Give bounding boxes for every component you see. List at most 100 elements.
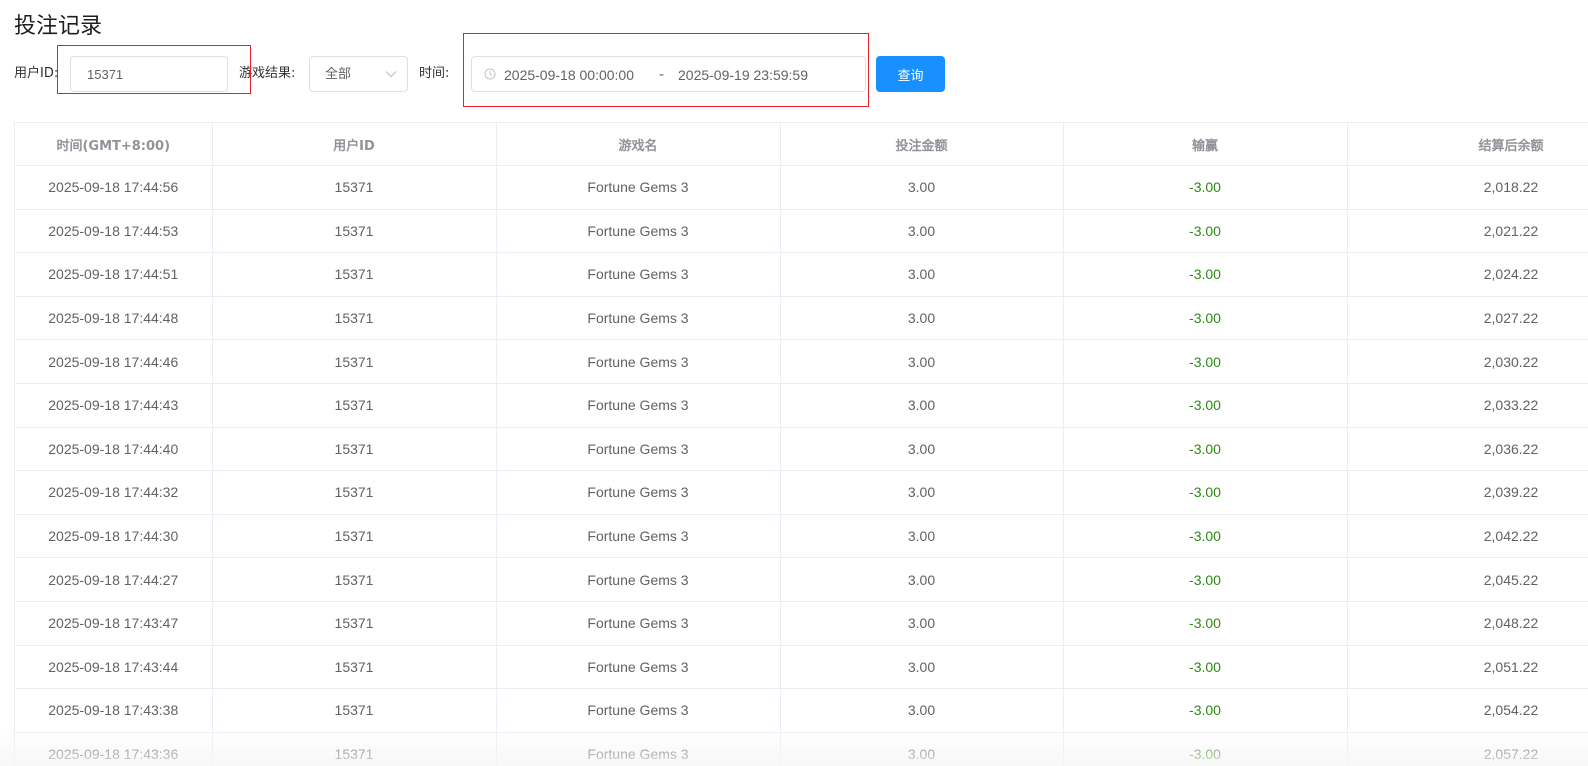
cell-win-loss: -3.00 <box>1063 470 1348 515</box>
cell-win-loss: -3.00 <box>1063 601 1348 646</box>
game-result-selected: 全部 <box>325 67 352 82</box>
cell-game-name: Fortune Gems 3 <box>496 296 781 341</box>
cell-time: 2025-09-18 17:44:30 <box>15 514 213 559</box>
user-id-label: 用户ID: <box>14 66 59 81</box>
cell-bet-amount: 3.00 <box>780 645 1064 690</box>
cell-balance: 2,042.22 <box>1347 514 1588 559</box>
cell-balance: 2,021.22 <box>1347 209 1588 254</box>
table-row: 2025-09-18 17:44:56 15371 Fortune Gems 3 3.… <box>15 165 1588 210</box>
query-button[interactable]: 查询 <box>876 56 945 92</box>
cell-game-name: Fortune Gems 3 <box>496 557 781 602</box>
game-result-label: 游戏结果: <box>239 66 296 81</box>
cell-user-id: 15371 <box>212 296 497 341</box>
table-row: 2025-09-18 17:44:51 15371 Fortune Gems 3 3.… <box>15 252 1588 297</box>
cell-user-id: 15371 <box>212 383 497 428</box>
time-label: 时间: <box>419 66 450 81</box>
cell-bet-amount: 3.00 <box>780 514 1064 559</box>
cell-game-name: Fortune Gems 3 <box>496 732 781 766</box>
cell-bet-amount: 3.00 <box>780 165 1064 210</box>
cell-game-name: Fortune Gems 3 <box>496 645 781 690</box>
cell-balance: 2,045.22 <box>1347 557 1588 602</box>
cell-user-id: 15371 <box>212 645 497 690</box>
cell-bet-amount: 3.00 <box>780 252 1064 297</box>
time-range-separator: - <box>659 67 665 83</box>
cell-time: 2025-09-18 17:44:53 <box>15 209 213 254</box>
cell-win-loss: -3.00 <box>1063 383 1348 428</box>
chevron-down-icon <box>385 71 397 78</box>
page-title: 投注记录 <box>14 14 103 39</box>
cell-game-name: Fortune Gems 3 <box>496 252 781 297</box>
cell-time: 2025-09-18 17:43:44 <box>15 645 213 690</box>
cell-game-name: Fortune Gems 3 <box>496 339 781 384</box>
cell-win-loss: -3.00 <box>1063 165 1348 210</box>
user-id-input[interactable] <box>70 56 228 92</box>
cell-game-name: Fortune Gems 3 <box>496 688 781 733</box>
cell-game-name: Fortune Gems 3 <box>496 470 781 515</box>
cell-time: 2025-09-18 17:44:51 <box>15 252 213 297</box>
cell-balance: 2,033.22 <box>1347 383 1588 428</box>
cell-win-loss: -3.00 <box>1063 296 1348 341</box>
table-row: 2025-09-18 17:44:30 15371 Fortune Gems 3 3.… <box>15 514 1588 559</box>
cell-win-loss: -3.00 <box>1063 557 1348 602</box>
cell-balance: 2,024.22 <box>1347 252 1588 297</box>
cell-time: 2025-09-18 17:44:56 <box>15 165 213 210</box>
cell-user-id: 15371 <box>212 209 497 254</box>
cell-user-id: 15371 <box>212 732 497 766</box>
cell-user-id: 15371 <box>212 339 497 384</box>
clock-icon <box>484 68 496 80</box>
cell-game-name: Fortune Gems 3 <box>496 209 781 254</box>
cell-balance: 2,051.22 <box>1347 645 1588 690</box>
cell-bet-amount: 3.00 <box>780 732 1064 766</box>
cell-game-name: Fortune Gems 3 <box>496 383 781 428</box>
cell-balance: 2,030.22 <box>1347 339 1588 384</box>
column-header-win-loss: 输赢 <box>1063 123 1348 166</box>
column-header-bet-amount: 投注金额 <box>780 123 1064 166</box>
cell-user-id: 15371 <box>212 470 497 515</box>
cell-balance: 2,057.22 <box>1347 732 1588 766</box>
column-header-balance: 结算后余额 <box>1347 123 1588 166</box>
cell-bet-amount: 3.00 <box>780 339 1064 384</box>
table-row: 2025-09-18 17:43:36 15371 Fortune Gems 3 3.… <box>15 732 1588 766</box>
cell-time: 2025-09-18 17:44:32 <box>15 470 213 515</box>
cell-bet-amount: 3.00 <box>780 601 1064 646</box>
cell-bet-amount: 3.00 <box>780 383 1064 428</box>
cell-user-id: 15371 <box>212 557 497 602</box>
cell-balance: 2,027.22 <box>1347 296 1588 341</box>
cell-balance: 2,054.22 <box>1347 688 1588 733</box>
cell-bet-amount: 3.00 <box>780 209 1064 254</box>
table-row: 2025-09-18 17:44:46 15371 Fortune Gems 3 3.… <box>15 339 1588 384</box>
cell-bet-amount: 3.00 <box>780 688 1064 733</box>
column-header-game-name: 游戏名 <box>496 123 781 166</box>
cell-game-name: Fortune Gems 3 <box>496 165 781 210</box>
table-row: 2025-09-18 17:44:48 15371 Fortune Gems 3 3.… <box>15 296 1588 341</box>
cell-user-id: 15371 <box>212 601 497 646</box>
cell-win-loss: -3.00 <box>1063 645 1348 690</box>
cell-game-name: Fortune Gems 3 <box>496 514 781 559</box>
cell-time: 2025-09-18 17:44:43 <box>15 383 213 428</box>
time-range-picker[interactable]: 2025-09-18 00:00:00 - 2025-09-19 23:59:5… <box>471 56 866 92</box>
cell-win-loss: -3.00 <box>1063 252 1348 297</box>
column-header-time: 时间(GMT+8:00) <box>15 123 213 166</box>
cell-user-id: 15371 <box>212 427 497 472</box>
cell-bet-amount: 3.00 <box>780 296 1064 341</box>
cell-win-loss: -3.00 <box>1063 688 1348 733</box>
time-range-start[interactable]: 2025-09-18 00:00:00 <box>504 65 634 85</box>
bet-records-table: 时间(GMT+8:00) 用户ID 游戏名 投注金额 输赢 结算后余额 2025… <box>14 122 1588 766</box>
table-header-row: 时间(GMT+8:00) 用户ID 游戏名 投注金额 输赢 结算后余额 <box>15 123 1588 166</box>
game-result-select[interactable]: 全部 <box>309 56 408 92</box>
cell-balance: 2,039.22 <box>1347 470 1588 515</box>
cell-time: 2025-09-18 17:43:47 <box>15 601 213 646</box>
cell-balance: 2,036.22 <box>1347 427 1588 472</box>
cell-time: 2025-09-18 17:43:36 <box>15 732 213 766</box>
time-range-end[interactable]: 2025-09-19 23:59:59 <box>678 65 808 85</box>
cell-user-id: 15371 <box>212 688 497 733</box>
cell-game-name: Fortune Gems 3 <box>496 427 781 472</box>
cell-bet-amount: 3.00 <box>780 557 1064 602</box>
cell-balance: 2,048.22 <box>1347 601 1588 646</box>
cell-user-id: 15371 <box>212 514 497 559</box>
cell-bet-amount: 3.00 <box>780 470 1064 515</box>
cell-time: 2025-09-18 17:43:38 <box>15 688 213 733</box>
table-row: 2025-09-18 17:43:38 15371 Fortune Gems 3 3.… <box>15 688 1588 733</box>
bet-records-page: 投注记录 用户ID: 游戏结果: 全部 时间: 2025-09-18 00:00… <box>0 0 1588 766</box>
cell-time: 2025-09-18 17:44:46 <box>15 339 213 384</box>
